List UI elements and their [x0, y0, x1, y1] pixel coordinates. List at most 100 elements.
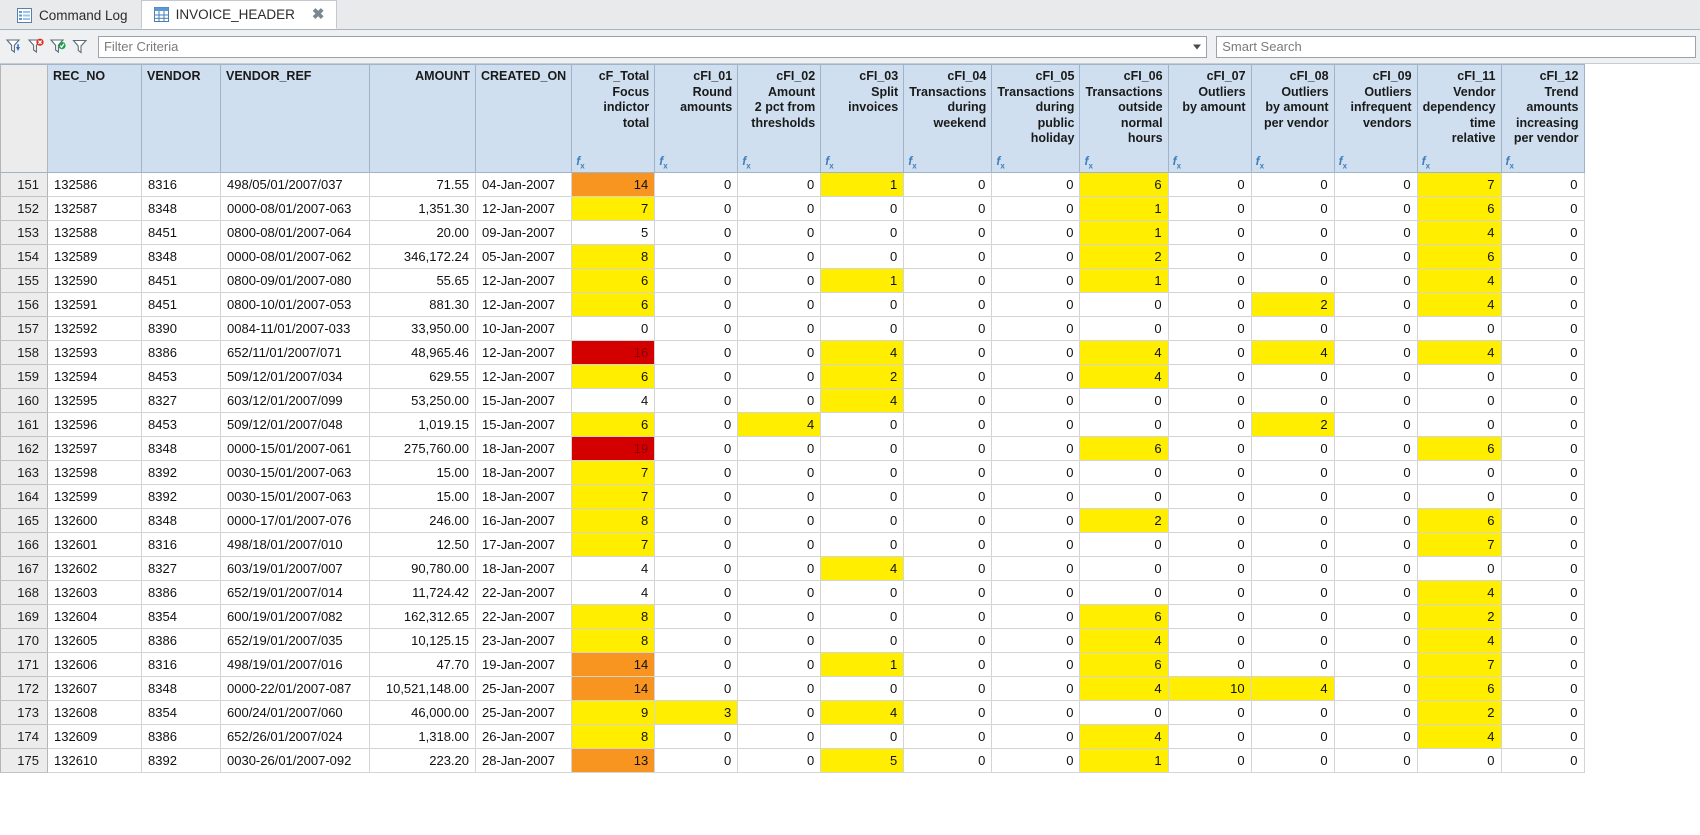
- cell-cfi_04[interactable]: 0: [904, 221, 992, 245]
- cell-cf_total[interactable]: 4: [572, 389, 655, 413]
- cell-cfi_11[interactable]: 0: [1417, 413, 1501, 437]
- cell-cfi_09[interactable]: 0: [1334, 605, 1417, 629]
- cell-cfi_05[interactable]: 0: [992, 653, 1080, 677]
- cell-cfi_08[interactable]: 4: [1251, 341, 1334, 365]
- cell-vendor[interactable]: 8392: [142, 461, 221, 485]
- cell-cfi_11[interactable]: 2: [1417, 701, 1501, 725]
- cell-cfi_07[interactable]: 0: [1168, 173, 1251, 197]
- cell-rec_no[interactable]: 132608: [48, 701, 142, 725]
- filter-confirm-icon[interactable]: [48, 36, 69, 58]
- cell-amount[interactable]: 47.70: [370, 653, 476, 677]
- cell-cfi_02[interactable]: 0: [738, 365, 821, 389]
- cell-cfi_12[interactable]: 0: [1501, 221, 1584, 245]
- cell-cfi_06[interactable]: 4: [1080, 341, 1168, 365]
- cell-cf_total[interactable]: 19: [572, 437, 655, 461]
- filter-remove-icon[interactable]: [26, 36, 47, 58]
- cell-cfi_12[interactable]: 0: [1501, 245, 1584, 269]
- cell-cfi_12[interactable]: 0: [1501, 317, 1584, 341]
- formula-icon[interactable]: fx: [1506, 155, 1514, 170]
- cell-cf_total[interactable]: 7: [572, 461, 655, 485]
- cell-cfi_08[interactable]: 0: [1251, 509, 1334, 533]
- cell-cfi_07[interactable]: 0: [1168, 389, 1251, 413]
- cell-cfi_03[interactable]: 0: [821, 461, 904, 485]
- filter-clear-icon[interactable]: [70, 36, 91, 58]
- cell-cfi_05[interactable]: 0: [992, 509, 1080, 533]
- cell-cfi_03[interactable]: 0: [821, 245, 904, 269]
- cell-cfi_12[interactable]: 0: [1501, 653, 1584, 677]
- cell-amount[interactable]: 1,351.30: [370, 197, 476, 221]
- cell-cfi_07[interactable]: 0: [1168, 461, 1251, 485]
- table-row[interactable]: 17513261083920030-26/01/2007-092223.2028…: [1, 749, 1585, 773]
- cell-cfi_04[interactable]: 0: [904, 197, 992, 221]
- table-row[interactable]: 1661326018316498/18/01/2007/01012.5017-J…: [1, 533, 1585, 557]
- cell-cfi_02[interactable]: 0: [738, 653, 821, 677]
- cell-cfi_01[interactable]: 0: [655, 317, 738, 341]
- cell-cfi_03[interactable]: 0: [821, 221, 904, 245]
- column-header-cfi_06[interactable]: cFI_06Transactionsoutsidenormalhoursfx: [1080, 65, 1168, 173]
- cell-cfi_06[interactable]: 0: [1080, 485, 1168, 509]
- cell-rec_no[interactable]: 132610: [48, 749, 142, 773]
- cell-cfi_05[interactable]: 0: [992, 293, 1080, 317]
- cell-cf_total[interactable]: 13: [572, 749, 655, 773]
- cell-cfi_08[interactable]: 0: [1251, 389, 1334, 413]
- cell-vendor_ref[interactable]: 498/05/01/2007/037: [221, 173, 370, 197]
- cell-cfi_06[interactable]: 0: [1080, 581, 1168, 605]
- cell-vendor_ref[interactable]: 0000-17/01/2007-076: [221, 509, 370, 533]
- cell-cfi_09[interactable]: 0: [1334, 653, 1417, 677]
- cell-cfi_12[interactable]: 0: [1501, 725, 1584, 749]
- cell-cfi_11[interactable]: 0: [1417, 557, 1501, 581]
- cell-cfi_01[interactable]: 0: [655, 461, 738, 485]
- row-number-header[interactable]: 170: [1, 629, 48, 653]
- cell-cfi_06[interactable]: 6: [1080, 653, 1168, 677]
- formula-icon[interactable]: fx: [742, 155, 750, 170]
- cell-cfi_07[interactable]: 0: [1168, 269, 1251, 293]
- cell-cfi_03[interactable]: 1: [821, 269, 904, 293]
- cell-rec_no[interactable]: 132602: [48, 557, 142, 581]
- cell-cfi_09[interactable]: 0: [1334, 509, 1417, 533]
- cell-cfi_02[interactable]: 0: [738, 677, 821, 701]
- cell-cfi_04[interactable]: 0: [904, 317, 992, 341]
- cell-vendor[interactable]: 8348: [142, 509, 221, 533]
- cell-vendor[interactable]: 8354: [142, 701, 221, 725]
- column-header-cfi_05[interactable]: cFI_05Transactionsduringpublicholidayfx: [992, 65, 1080, 173]
- row-number-header[interactable]: 168: [1, 581, 48, 605]
- cell-cfi_08[interactable]: 2: [1251, 293, 1334, 317]
- cell-vendor_ref[interactable]: 0030-15/01/2007-063: [221, 485, 370, 509]
- cell-cfi_01[interactable]: 0: [655, 341, 738, 365]
- cell-cfi_05[interactable]: 0: [992, 365, 1080, 389]
- cell-cfi_09[interactable]: 0: [1334, 269, 1417, 293]
- cell-created_on[interactable]: 18-Jan-2007: [476, 557, 572, 581]
- formula-icon[interactable]: fx: [1084, 155, 1092, 170]
- cell-amount[interactable]: 1,019.15: [370, 413, 476, 437]
- cell-vendor_ref[interactable]: 0000-15/01/2007-061: [221, 437, 370, 461]
- cell-vendor[interactable]: 8392: [142, 749, 221, 773]
- cell-created_on[interactable]: 05-Jan-2007: [476, 245, 572, 269]
- cell-cfi_11[interactable]: 4: [1417, 221, 1501, 245]
- cell-amount[interactable]: 275,760.00: [370, 437, 476, 461]
- chevron-down-icon[interactable]: [1193, 44, 1201, 49]
- formula-icon[interactable]: fx: [1256, 155, 1264, 170]
- cell-amount[interactable]: 15.00: [370, 485, 476, 509]
- cell-cfi_05[interactable]: 0: [992, 461, 1080, 485]
- cell-cfi_03[interactable]: 4: [821, 389, 904, 413]
- row-number-header[interactable]: 153: [1, 221, 48, 245]
- cell-cfi_09[interactable]: 0: [1334, 245, 1417, 269]
- row-number-header[interactable]: 163: [1, 461, 48, 485]
- cell-cfi_11[interactable]: 6: [1417, 509, 1501, 533]
- row-number-header[interactable]: 171: [1, 653, 48, 677]
- table-row[interactable]: 15513259084510800-09/01/2007-08055.6512-…: [1, 269, 1585, 293]
- cell-cfi_06[interactable]: 1: [1080, 749, 1168, 773]
- cell-cfi_12[interactable]: 0: [1501, 269, 1584, 293]
- cell-amount[interactable]: 55.65: [370, 269, 476, 293]
- table-row[interactable]: 15213258783480000-08/01/2007-0631,351.30…: [1, 197, 1585, 221]
- cell-cfi_05[interactable]: 0: [992, 581, 1080, 605]
- column-header-cfi_09[interactable]: cFI_09Outliersinfrequentvendorsfx: [1334, 65, 1417, 173]
- cell-cfi_01[interactable]: 3: [655, 701, 738, 725]
- cell-vendor_ref[interactable]: 0000-22/01/2007-087: [221, 677, 370, 701]
- cell-cfi_06[interactable]: 6: [1080, 605, 1168, 629]
- cell-cfi_12[interactable]: 0: [1501, 173, 1584, 197]
- cell-cfi_12[interactable]: 0: [1501, 677, 1584, 701]
- cell-cfi_04[interactable]: 0: [904, 701, 992, 725]
- cell-cfi_04[interactable]: 0: [904, 557, 992, 581]
- cell-cfi_05[interactable]: 0: [992, 389, 1080, 413]
